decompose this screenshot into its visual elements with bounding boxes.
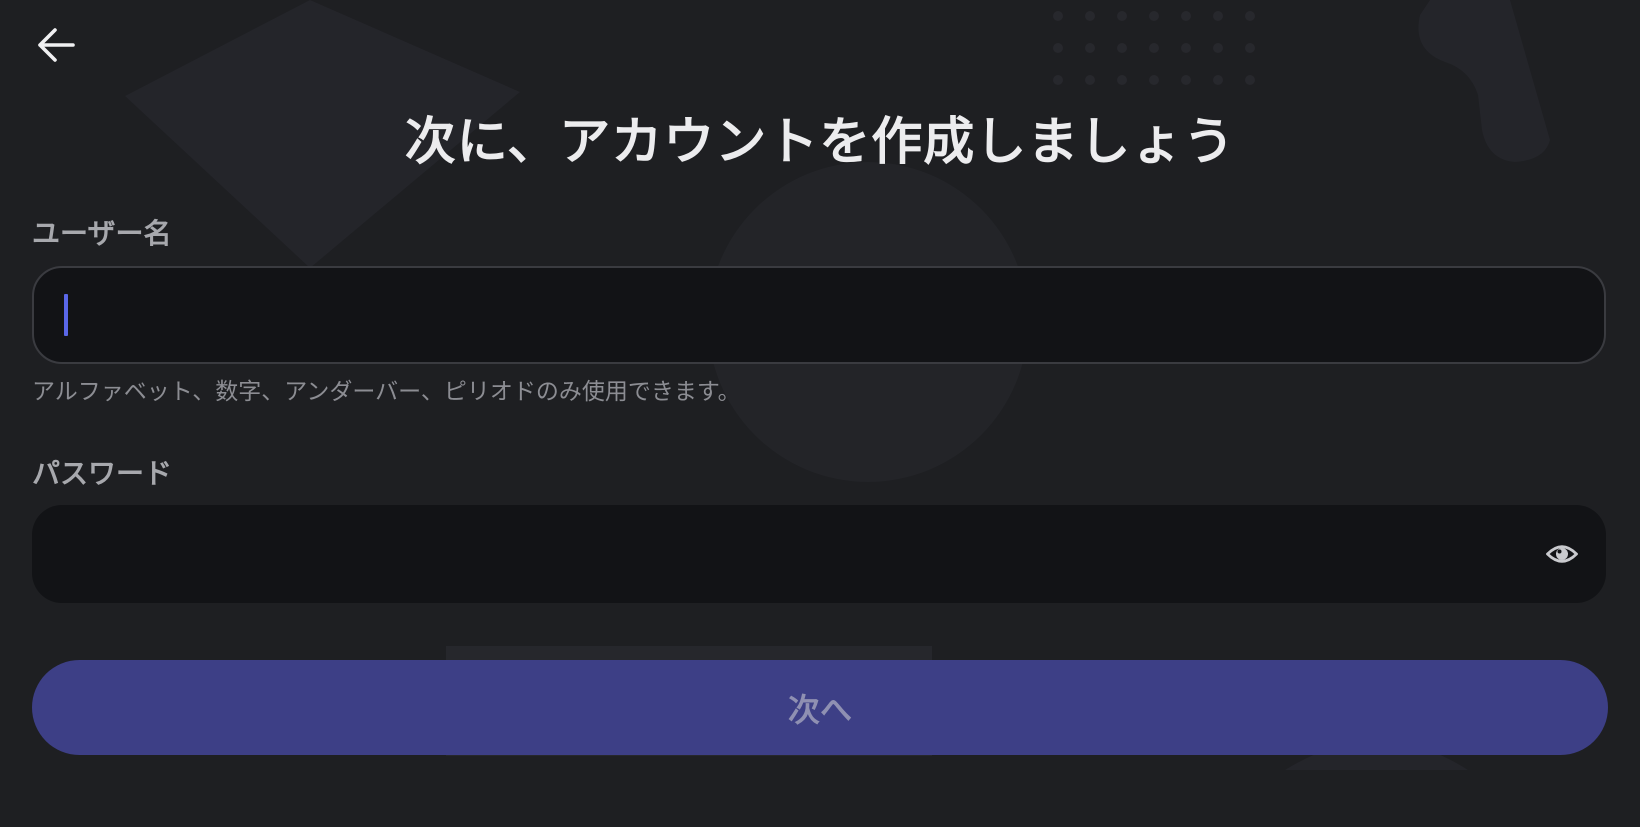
username-field[interactable] — [32, 266, 1606, 364]
arrow-left-icon — [38, 28, 75, 62]
password-input[interactable] — [64, 505, 1528, 605]
password-field[interactable] — [32, 505, 1606, 605]
password-label: パスワード — [32, 457, 173, 490]
eye-icon — [1546, 545, 1578, 563]
username-label: ユーザー名 — [32, 217, 172, 250]
back-button[interactable] — [30, 20, 82, 70]
page-title: 次に、アカウントを作成しましょう — [404, 113, 1236, 172]
username-hint: アルファベット、数字、アンダーバー、ピリオドのみ使用できます。 — [32, 379, 741, 405]
password-visibility-toggle[interactable] — [1542, 534, 1582, 574]
next-button[interactable]: 次へ — [32, 660, 1608, 755]
username-input[interactable] — [66, 268, 1530, 364]
